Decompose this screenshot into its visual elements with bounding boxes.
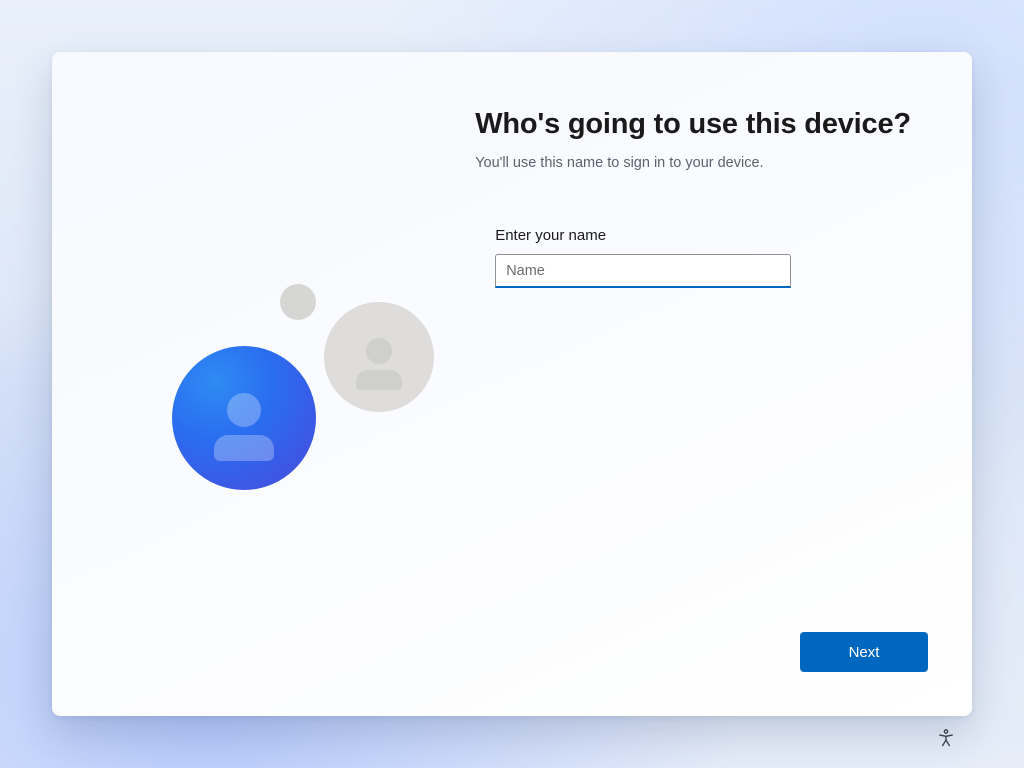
setup-card: Who's going to use this device? You'll u…: [52, 52, 972, 716]
next-button[interactable]: Next: [800, 632, 928, 672]
user-avatar-grey-icon: [324, 302, 434, 412]
page-title: Who's going to use this device?: [475, 108, 932, 141]
user-illustration: [172, 284, 492, 604]
illustration-pane: [52, 52, 475, 716]
user-avatar-blue-icon: [172, 346, 316, 490]
name-field-label: Enter your name: [495, 227, 932, 244]
name-input[interactable]: [495, 254, 791, 288]
page-subtitle: You'll use this name to sign in to your …: [475, 155, 932, 171]
accessibility-icon: [936, 728, 956, 748]
decorative-dot: [280, 284, 316, 320]
name-field-block: Enter your name: [475, 227, 932, 288]
accessibility-button[interactable]: [930, 722, 962, 754]
form-pane: Who's going to use this device? You'll u…: [475, 52, 972, 716]
